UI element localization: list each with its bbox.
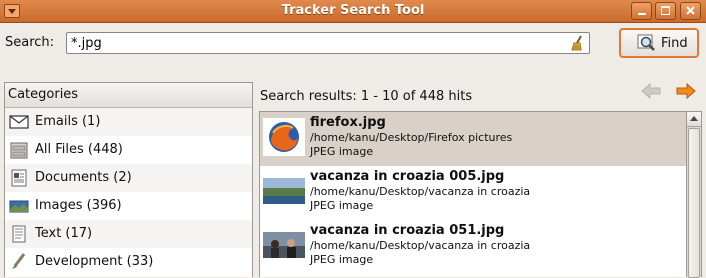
close-button[interactable] xyxy=(680,2,701,20)
categories-header[interactable]: Categories xyxy=(5,83,252,108)
result-path: /home/kanu/Desktop/Firefox pictures xyxy=(310,131,513,144)
search-field[interactable] xyxy=(66,32,590,54)
category-text[interactable]: Text (17) xyxy=(5,220,252,248)
results-scrollbar[interactable] xyxy=(686,111,702,278)
image-icon xyxy=(9,200,29,213)
search-input[interactable] xyxy=(69,34,563,52)
category-all-files[interactable]: All Files (448) xyxy=(5,136,252,164)
window-title: Tracker Search Tool xyxy=(281,3,425,18)
next-page-arrow-icon[interactable] xyxy=(675,82,697,100)
minimize-icon xyxy=(637,13,646,15)
magnifier-icon xyxy=(637,34,655,51)
minimize-button[interactable] xyxy=(631,2,652,20)
maximize-button[interactable] xyxy=(655,2,676,20)
category-label: Development (33) xyxy=(35,254,154,269)
category-label: Emails (1) xyxy=(35,114,101,129)
maximize-icon xyxy=(661,6,670,15)
result-type: JPEG image xyxy=(310,199,374,212)
results-list: firefox.jpg /home/kanu/Desktop/Firefox p… xyxy=(259,111,686,277)
result-item[interactable]: firefox.jpg /home/kanu/Desktop/Firefox p… xyxy=(260,112,686,166)
clear-broom-icon[interactable] xyxy=(569,35,585,51)
category-documents[interactable]: Documents (2) xyxy=(5,164,252,192)
result-name: vacanza in croazia 005.jpg xyxy=(310,169,505,184)
category-development[interactable]: Development (33) xyxy=(5,248,252,276)
result-type: JPEG image xyxy=(310,253,374,266)
result-type: JPEG image xyxy=(310,145,374,158)
find-label: Find xyxy=(661,36,688,51)
file-cabinet-icon xyxy=(10,142,28,159)
result-path: /home/kanu/Desktop/vacanza in croazia xyxy=(310,239,531,252)
find-button[interactable]: Find xyxy=(619,28,699,58)
category-label: Text (17) xyxy=(35,226,93,241)
sea-photo-thumbnail xyxy=(263,178,305,204)
result-item[interactable]: vacanza in croazia 051.jpg /home/kanu/De… xyxy=(260,220,686,274)
title-bar: Tracker Search Tool xyxy=(0,0,706,23)
development-icon xyxy=(12,253,26,269)
category-label: Documents (2) xyxy=(35,170,132,185)
scroll-up-button[interactable] xyxy=(687,112,701,127)
category-images[interactable]: Images (396) xyxy=(5,192,252,220)
firefox-thumbnail xyxy=(263,118,305,156)
result-name: vacanza in croazia 051.jpg xyxy=(310,223,505,238)
result-name: firefox.jpg xyxy=(310,115,386,130)
result-item[interactable]: vacanza in croazia 005.jpg /home/kanu/De… xyxy=(260,166,686,220)
close-icon xyxy=(686,6,695,15)
scroll-thumb[interactable] xyxy=(688,128,700,278)
people-photo-thumbnail xyxy=(263,232,305,258)
document-icon xyxy=(11,169,27,187)
category-label: All Files (448) xyxy=(35,142,123,157)
search-label: Search: xyxy=(5,35,55,50)
category-emails[interactable]: Emails (1) xyxy=(5,108,252,136)
results-summary: Search results: 1 - 10 of 448 hits xyxy=(260,89,473,104)
envelope-icon xyxy=(9,115,29,129)
categories-list: Categories Emails (1) All Files (448) Do xyxy=(4,82,253,277)
result-path: /home/kanu/Desktop/vacanza in croazia xyxy=(310,185,531,198)
previous-page-arrow-icon[interactable] xyxy=(640,82,662,100)
text-file-icon xyxy=(12,225,26,243)
category-label: Images (396) xyxy=(35,198,122,213)
